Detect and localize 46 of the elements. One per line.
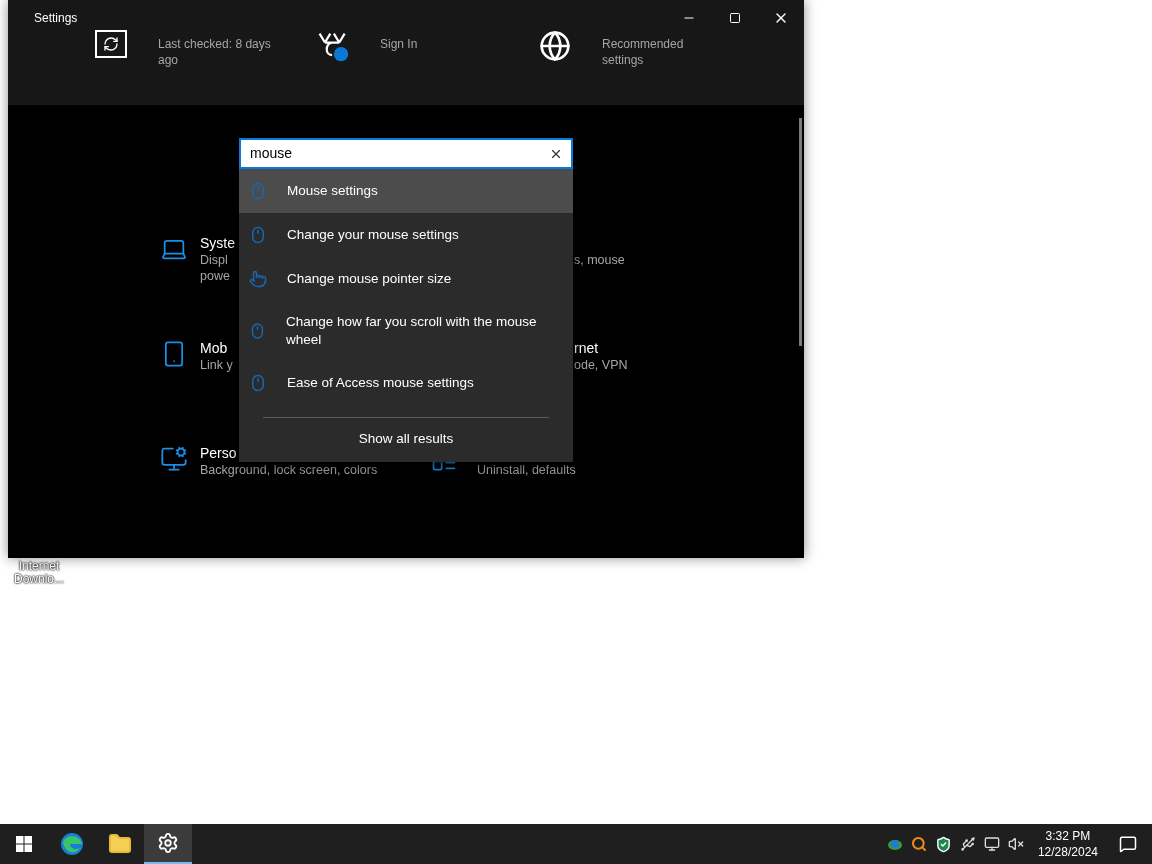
clock[interactable]: 3:32 PM 12/28/2024 xyxy=(1031,828,1104,860)
tile-description: Link y xyxy=(200,357,233,373)
header-item-subtitle[interactable]: Last checked: 8 days ago xyxy=(158,36,276,68)
mouse-icon xyxy=(249,182,267,200)
search-box[interactable]: mouse xyxy=(239,138,573,169)
globe-icon xyxy=(539,30,571,62)
mouse-icon xyxy=(249,226,267,244)
search-result[interactable]: Change mouse pointer size xyxy=(239,257,573,301)
window-title: Settings xyxy=(34,10,79,27)
windows-logo-icon xyxy=(16,836,32,852)
shield-icon[interactable] xyxy=(934,835,952,853)
hand-pointer-icon xyxy=(249,270,267,288)
search-field[interactable]: mouse xyxy=(250,143,549,164)
tile-title: rnet xyxy=(574,339,600,357)
settings-icon xyxy=(157,832,179,854)
tile-description: ode, VPN xyxy=(574,357,628,373)
search-result[interactable]: Mouse settings xyxy=(239,169,573,213)
scrollbar[interactable] xyxy=(799,118,802,346)
search-result[interactable]: Ease of Access mouse settings xyxy=(239,361,573,405)
speaker-muted-icon[interactable] xyxy=(1007,836,1024,852)
header-item-subtitle[interactable]: Recommended settings xyxy=(602,36,720,68)
tile-title: Mob xyxy=(200,339,229,357)
speech-bubble-icon xyxy=(1119,835,1137,853)
search-result[interactable]: Change your mouse settings xyxy=(239,213,573,257)
mouse-icon xyxy=(249,374,267,392)
network-icon[interactable] xyxy=(983,836,1000,852)
tile-description: s, mouse xyxy=(574,252,625,268)
header-item-subtitle[interactable]: Sign In xyxy=(380,36,498,52)
maximize-icon xyxy=(729,12,741,24)
magnifier-icon[interactable] xyxy=(910,836,927,852)
antler-icon xyxy=(316,30,350,64)
desktop-icon-label[interactable]: Internet Downlo... xyxy=(8,560,70,586)
mouse-icon xyxy=(249,322,266,340)
folder-icon xyxy=(108,832,132,856)
tile-description: Uninstall, defaults xyxy=(477,462,576,478)
usb-icon[interactable] xyxy=(959,836,976,852)
sync-icon xyxy=(95,30,127,58)
taskbar-app[interactable] xyxy=(144,824,192,864)
tile-description: Displ xyxy=(200,252,229,268)
search-result[interactable]: Change how far you scroll with the mouse wheel xyxy=(239,301,573,361)
tile-title: Syste xyxy=(200,234,235,252)
show-all-results-link[interactable]: Show all results xyxy=(239,418,573,461)
tile-description: Background, lock screen, colors xyxy=(200,462,378,478)
tile-description: powe xyxy=(200,268,231,284)
tile-title: Perso xyxy=(200,444,238,462)
browser-icon xyxy=(60,832,84,856)
